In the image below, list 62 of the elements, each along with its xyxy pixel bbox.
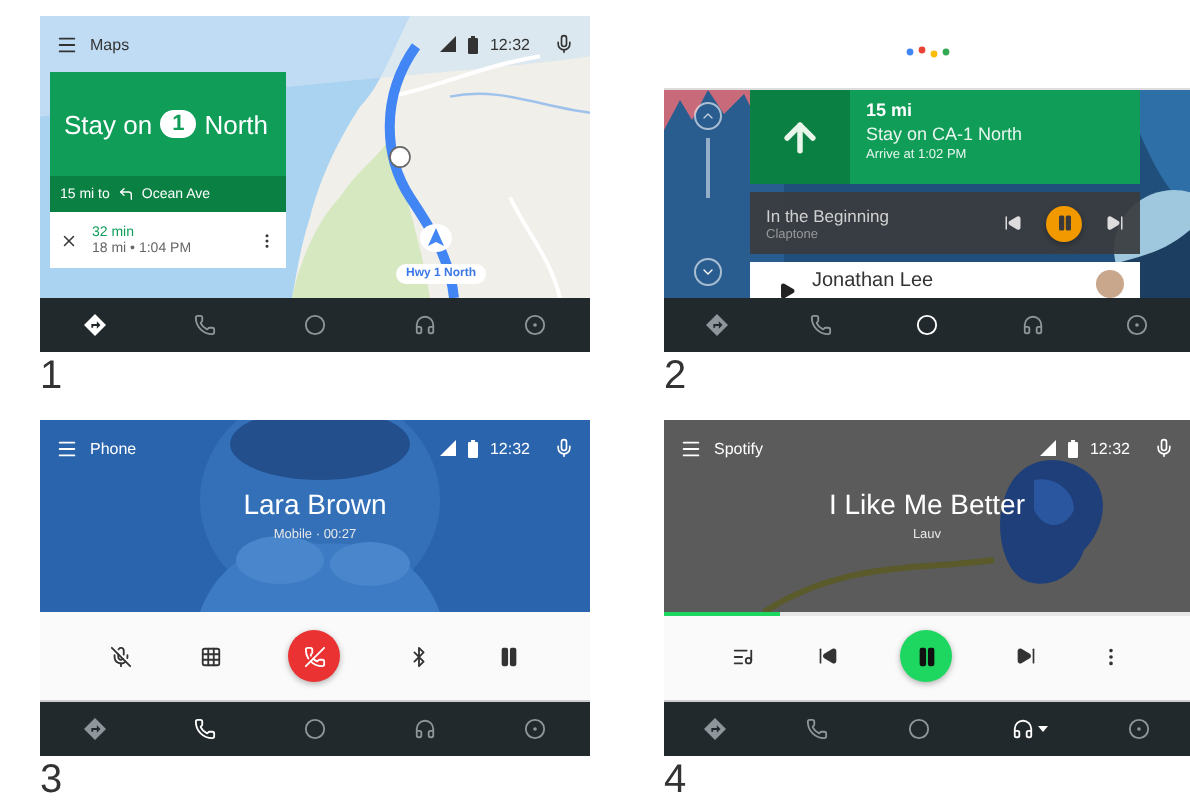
circle-dot-icon[interactable] [524,718,546,740]
queue-icon[interactable] [731,645,754,667]
pause-icon [1055,214,1073,232]
direction-text: North [204,109,269,139]
caret-icon[interactable] [1037,726,1048,732]
clock-time: 12:32 [1089,439,1130,457]
pause-icon [915,645,938,667]
caller-name: Lara Brown [243,488,387,520]
circle-dot-icon[interactable] [1127,718,1150,740]
hang-up-icon [303,645,326,667]
instruction-text: Stay on CA-1 North [866,124,1023,144]
circle-dot-icon[interactable] [524,314,546,336]
battery-icon [1067,439,1078,457]
direction-text: Stay on [64,109,153,139]
screen-number: 2 [664,354,687,398]
next-icon[interactable] [1016,646,1037,666]
route-number: 1 [160,110,197,138]
song-title: I Like Me Better [828,488,1026,520]
screen-number: 1 [40,354,63,398]
pause-icon[interactable] [498,645,521,667]
assistant-dots-icon [905,46,949,58]
bluetooth-icon[interactable] [408,645,431,667]
mute-icon[interactable] [109,645,132,667]
menu-icon[interactable] [680,437,702,459]
clock-time: 12:32 [489,35,530,53]
signal-icon [439,440,456,456]
battery-icon [467,439,478,457]
scroll-down-button[interactable] [693,258,721,286]
pause-button[interactable] [900,630,953,682]
battery-icon [467,35,478,53]
location-marker-icon [420,224,452,252]
next-icon[interactable] [1106,214,1124,232]
contact-name: Jonathan Lee [812,270,934,292]
previous-icon[interactable] [817,646,838,666]
clock-time: 12:32 [489,439,530,457]
app-title: Maps [90,35,132,53]
end-call-button[interactable] [288,630,341,682]
menu-icon[interactable] [56,437,78,459]
dialpad-icon[interactable] [199,645,222,667]
scroll-up-button[interactable] [693,102,721,130]
mic-icon[interactable] [554,438,574,458]
contact-card[interactable]: Jonathan Lee [750,262,1140,298]
previous-icon[interactable] [1004,214,1022,232]
circle-dot-icon[interactable] [1126,314,1149,336]
navigation-icon[interactable] [84,314,106,336]
avatar [1096,270,1124,298]
signal-icon [439,36,456,52]
menu-icon[interactable] [56,33,78,55]
app-title: Spotify [714,439,765,457]
close-icon[interactable] [60,231,78,249]
screen-number: 3 [40,758,63,800]
screen-number: 4 [664,758,687,800]
app-title: Phone [90,439,139,457]
track-title: In the Beginning [766,205,891,225]
signal-icon [1039,440,1056,456]
scroll-track [705,138,709,198]
mic-icon[interactable] [554,34,574,54]
chevron-up-icon [699,108,715,124]
turn-left-icon [117,186,134,202]
mic-icon[interactable] [1154,438,1174,458]
distance-text: 15 mi [866,100,915,120]
chevron-down-icon [699,264,715,280]
